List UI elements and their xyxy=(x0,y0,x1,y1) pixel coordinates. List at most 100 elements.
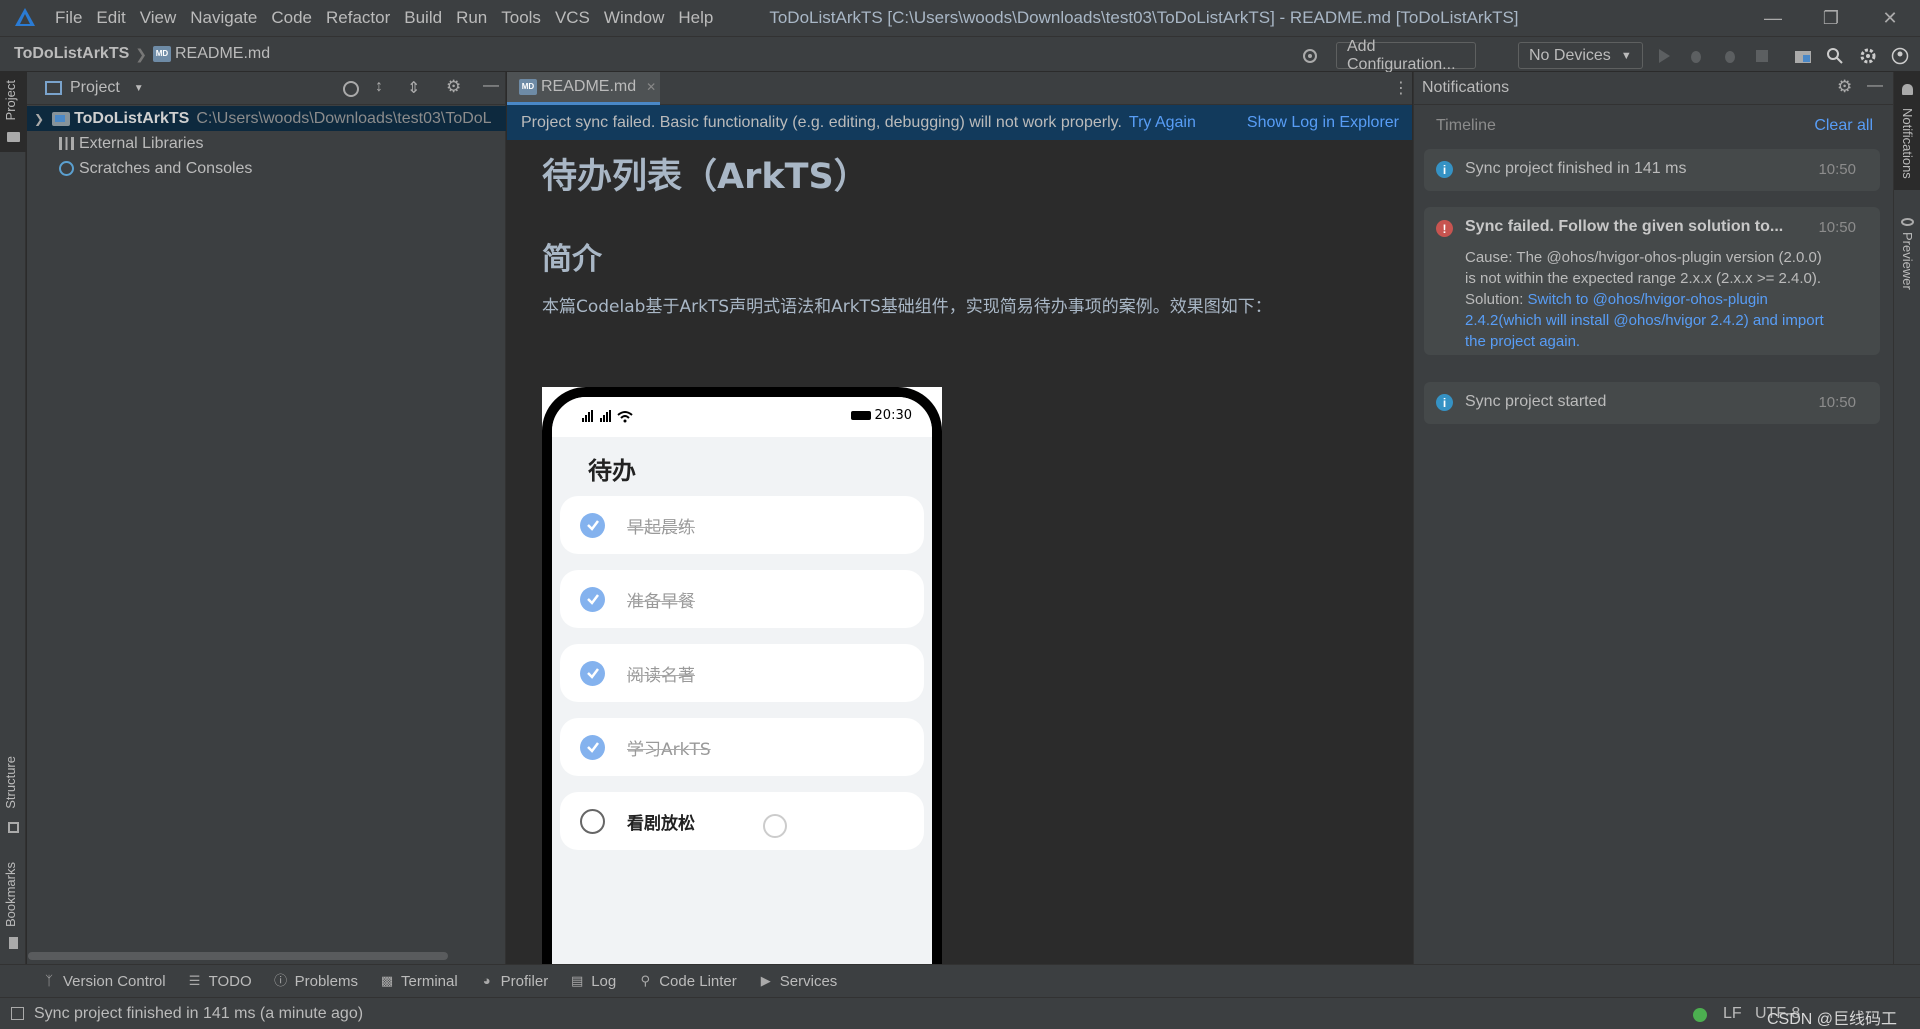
app-logo-icon xyxy=(15,8,35,26)
options-gear-icon[interactable]: ⚙ xyxy=(446,77,461,97)
notification-cause-line: Cause: The @ohos/hvigor-ohos-plugin vers… xyxy=(1465,249,1822,266)
close-tab-icon[interactable]: ✕ xyxy=(646,80,656,94)
notification-card-error[interactable]: ! Sync failed. Follow the given solution… xyxy=(1424,207,1880,355)
menu-view[interactable]: View xyxy=(140,6,177,30)
notification-solution-line: Solution: Switch to @ohos/hvigor-ohos-pl… xyxy=(1465,289,1865,310)
attach-debugger-icon[interactable] xyxy=(1720,46,1740,66)
collapse-all-icon[interactable]: ⇕ xyxy=(407,78,420,98)
project-panel-header: Project ▼ ↕ ⇕ ⚙ — xyxy=(27,72,505,105)
notification-time: 10:50 xyxy=(1818,394,1856,411)
menu-build[interactable]: Build xyxy=(404,6,442,30)
add-configuration-button[interactable]: Add Configuration... xyxy=(1336,38,1476,73)
phone-frame: 20:30 待办 早起晨练 准备早餐 阅读名著 学习ArkTS 看剧放松 xyxy=(542,387,942,964)
notification-cause-line: is not within the expected range 2.x.x (… xyxy=(1465,270,1822,287)
menu-file[interactable]: File xyxy=(55,6,82,30)
todo-text: 看剧放松 xyxy=(627,813,695,834)
notifications-title: Notifications xyxy=(1422,79,1510,96)
problems-tab[interactable]: ⓘ Problems xyxy=(274,973,358,990)
menu-vcs[interactable]: VCS xyxy=(555,6,590,30)
menu-help[interactable]: Help xyxy=(678,6,713,30)
project-view-title[interactable]: Project xyxy=(70,79,120,97)
select-opened-file-icon[interactable] xyxy=(343,81,359,97)
line-separator[interactable]: LF xyxy=(1723,1005,1742,1023)
chevron-right-icon[interactable]: ❯ xyxy=(34,112,44,126)
target-icon[interactable] xyxy=(1300,46,1320,66)
status-toggle-icon[interactable] xyxy=(11,1007,24,1020)
notifications-panel: Notifications ⚙ — Timeline Clear all i S… xyxy=(1413,72,1893,964)
code-linter-tab[interactable]: ⚲ Code Linter xyxy=(638,973,736,990)
hide-panel-icon[interactable]: — xyxy=(1867,77,1883,95)
profiler-icon: ◕ xyxy=(482,973,491,988)
module-folder-icon xyxy=(52,111,71,126)
run-icon[interactable] xyxy=(1654,46,1674,66)
todo-tab[interactable]: ☰ TODO xyxy=(188,973,252,990)
library-icon xyxy=(59,137,74,150)
status-message[interactable]: Sync project finished in 141 ms (a minut… xyxy=(34,1005,363,1023)
menu-code[interactable]: Code xyxy=(271,6,312,30)
tree-item-label: External Libraries xyxy=(79,134,204,152)
menu-navigate[interactable]: Navigate xyxy=(190,6,257,30)
tree-item-scratches[interactable]: Scratches and Consoles xyxy=(27,156,506,181)
account-icon[interactable] xyxy=(1890,46,1910,66)
settings-gear-icon[interactable]: ⚙ xyxy=(1837,77,1852,97)
menu-edit[interactable]: Edit xyxy=(96,6,125,30)
menu-tools[interactable]: Tools xyxy=(501,6,541,30)
markdown-file-icon: MD xyxy=(519,79,537,95)
chevron-down-icon[interactable]: ▼ xyxy=(134,83,144,94)
project-tool-label[interactable]: Project xyxy=(3,80,18,120)
menu-window[interactable]: Window xyxy=(604,6,664,30)
problems-icon: ⓘ xyxy=(274,973,288,988)
tab-readme[interactable]: MD README.md ✕ xyxy=(507,72,660,105)
breadcrumb-file[interactable]: README.md xyxy=(175,45,270,63)
todo-text: 早起晨练 xyxy=(627,517,695,538)
search-icon[interactable] xyxy=(1825,46,1845,66)
bookmarks-tool-label[interactable]: Bookmarks xyxy=(3,862,18,927)
version-control-tab[interactable]: ᛉ Version Control xyxy=(42,972,166,990)
notifications-tool-label[interactable]: Notifications xyxy=(1900,108,1915,179)
solution-link[interactable]: the project again. xyxy=(1465,331,1865,352)
scratches-icon xyxy=(59,161,74,176)
profiler-tab[interactable]: ◕ Profiler xyxy=(480,973,548,990)
project-structure-icon[interactable] xyxy=(1793,46,1813,66)
editor-tab-bar: MD README.md ✕ ⋮ xyxy=(507,72,1412,105)
notification-card[interactable]: i Sync project finished in 141 ms 10:50 xyxy=(1424,149,1880,191)
close-window-button[interactable]: ✕ xyxy=(1862,0,1918,36)
solution-link[interactable]: Switch to @ohos/hvigor-ohos-plugin xyxy=(1528,291,1768,308)
tree-item-external-libraries[interactable]: External Libraries xyxy=(27,131,506,156)
phone-status-bar: 20:30 xyxy=(552,397,932,437)
minimize-button[interactable]: — xyxy=(1745,0,1801,36)
tree-item-project-root[interactable]: ❯ ToDoListArkTS C:\Users\woods\Downloads… xyxy=(27,106,506,131)
notification-body: Cause: The @ohos/hvigor-ohos-plugin vers… xyxy=(1465,247,1865,352)
todo-text: 准备早餐 xyxy=(627,591,695,612)
tab-label: Version Control xyxy=(63,972,166,990)
clear-all-link[interactable]: Clear all xyxy=(1814,117,1873,135)
navigation-bar: ToDoListArkTS ❯ MD README.md Add Configu… xyxy=(0,36,1920,73)
banner-message: Project sync failed. Basic functionality… xyxy=(521,113,1122,131)
horizontal-scrollbar[interactable] xyxy=(28,952,448,960)
try-again-link[interactable]: Try Again xyxy=(1129,114,1196,132)
terminal-icon: ▩ xyxy=(380,973,394,988)
device-selector[interactable]: No Devices ▼ xyxy=(1518,42,1643,69)
services-tab[interactable]: ▶ Services xyxy=(759,973,838,990)
bottom-tool-bar: ᛉ Version Control ☰ TODO ⓘ Problems ▩ Termin… xyxy=(0,964,1920,997)
menu-refactor[interactable]: Refactor xyxy=(326,6,390,30)
expand-all-icon[interactable]: ↕ xyxy=(375,78,383,96)
structure-tool-label[interactable]: Structure xyxy=(3,756,18,809)
restore-button[interactable]: ❐ xyxy=(1803,0,1859,36)
terminal-tab[interactable]: ▩ Terminal xyxy=(380,973,458,990)
more-options-icon[interactable]: ⋮ xyxy=(1393,78,1409,98)
notification-card[interactable]: i Sync project started 10:50 xyxy=(1424,382,1880,424)
info-icon: i xyxy=(1436,161,1453,178)
settings-gear-icon[interactable] xyxy=(1858,46,1878,66)
debug-icon[interactable] xyxy=(1686,46,1706,66)
notification-time: 10:50 xyxy=(1818,161,1856,178)
log-tab[interactable]: ▤ Log xyxy=(570,973,616,990)
notification-title: Sync project started xyxy=(1465,393,1607,410)
hide-panel-icon[interactable]: — xyxy=(483,77,499,95)
stop-icon[interactable] xyxy=(1752,46,1772,66)
solution-link[interactable]: 2.4.2(which will install @ohos/hvigor 2.… xyxy=(1465,310,1865,331)
breadcrumb-project[interactable]: ToDoListArkTS xyxy=(14,45,129,63)
show-log-link[interactable]: Show Log in Explorer xyxy=(1247,114,1399,132)
previewer-tool-label[interactable]: Previewer xyxy=(1900,232,1915,290)
menu-run[interactable]: Run xyxy=(456,6,487,30)
